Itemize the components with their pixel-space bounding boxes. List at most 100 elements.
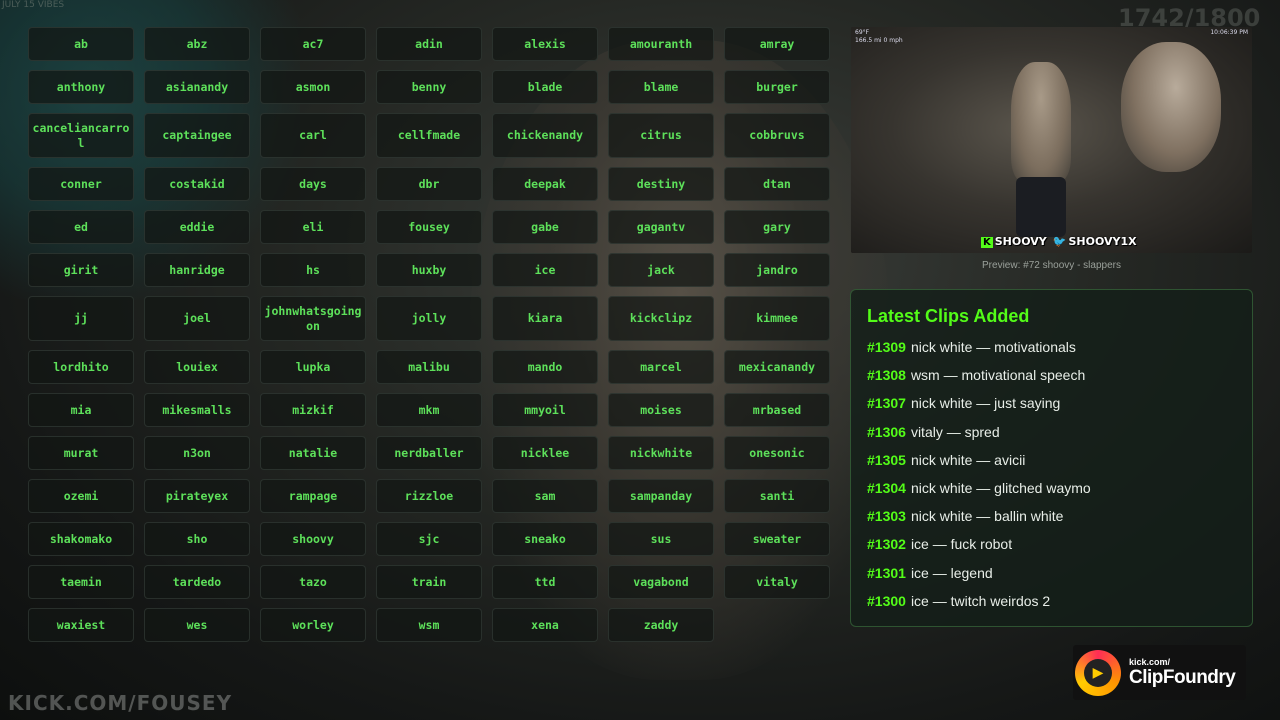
streamer-button[interactable]: mizkif [260,393,366,427]
streamer-button[interactable]: train [376,565,482,599]
streamer-button[interactable]: sam [492,479,598,513]
streamer-button[interactable]: days [260,167,366,201]
streamer-button[interactable]: asianandy [144,70,250,104]
streamer-button[interactable]: mmyoil [492,393,598,427]
streamer-button[interactable]: sus [608,522,714,556]
streamer-button[interactable]: gabe [492,210,598,244]
streamer-button[interactable]: sjc [376,522,482,556]
streamer-button[interactable]: jolly [376,296,482,341]
streamer-button[interactable]: sneako [492,522,598,556]
streamer-button[interactable]: zaddy [608,608,714,642]
streamer-button[interactable]: mando [492,350,598,384]
streamer-button[interactable]: nerdballer [376,436,482,470]
streamer-button[interactable]: marcel [608,350,714,384]
streamer-button[interactable]: wes [144,608,250,642]
streamer-button[interactable]: rampage [260,479,366,513]
streamer-button[interactable]: ttd [492,565,598,599]
streamer-button[interactable]: taemin [28,565,134,599]
streamer-button[interactable]: waxiest [28,608,134,642]
streamer-button[interactable]: tazo [260,565,366,599]
streamer-button[interactable]: vagabond [608,565,714,599]
streamer-button[interactable]: shoovy [260,522,366,556]
streamer-button[interactable]: carl [260,113,366,158]
streamer-button[interactable]: blade [492,70,598,104]
clip-item[interactable]: #1300 ice — twitch weirdos 2 [867,587,1236,615]
streamer-button[interactable]: destiny [608,167,714,201]
streamer-button[interactable]: benny [376,70,482,104]
streamer-button[interactable]: lupka [260,350,366,384]
clip-item[interactable]: #1309 nick white — motivationals [867,333,1236,361]
streamer-button[interactable]: hanridge [144,253,250,287]
streamer-button[interactable]: kimmee [724,296,830,341]
streamer-button[interactable]: burger [724,70,830,104]
streamer-button[interactable]: eddie [144,210,250,244]
streamer-button[interactable]: rizzloe [376,479,482,513]
streamer-button[interactable]: moises [608,393,714,427]
streamer-button[interactable]: amouranth [608,27,714,61]
streamer-button[interactable]: cellfmade [376,113,482,158]
streamer-button[interactable]: chickenandy [492,113,598,158]
streamer-button[interactable]: mexicanandy [724,350,830,384]
clip-item[interactable]: #1304 nick white — glitched waymo [867,474,1236,502]
streamer-button[interactable]: conner [28,167,134,201]
streamer-button[interactable]: ab [28,27,134,61]
streamer-button[interactable]: joel [144,296,250,341]
streamer-button[interactable]: mkm [376,393,482,427]
clip-item[interactable]: #1306 vitaly — spred [867,418,1236,446]
streamer-button[interactable]: hs [260,253,366,287]
streamer-button[interactable]: pirateyex [144,479,250,513]
streamer-button[interactable]: worley [260,608,366,642]
streamer-button[interactable]: tardedo [144,565,250,599]
streamer-button[interactable]: alexis [492,27,598,61]
streamer-button[interactable]: kickclipz [608,296,714,341]
streamer-button[interactable]: jj [28,296,134,341]
streamer-button[interactable]: deepak [492,167,598,201]
clip-item[interactable]: #1308 wsm — motivational speech [867,361,1236,389]
streamer-button[interactable]: murat [28,436,134,470]
clip-item[interactable]: #1305 nick white — avicii [867,446,1236,474]
streamer-button[interactable]: natalie [260,436,366,470]
streamer-button[interactable]: huxby [376,253,482,287]
streamer-button[interactable]: captaingee [144,113,250,158]
streamer-button[interactable]: fousey [376,210,482,244]
clip-item[interactable]: #1301 ice — legend [867,559,1236,587]
streamer-button[interactable]: ice [492,253,598,287]
streamer-button[interactable]: jandro [724,253,830,287]
streamer-button[interactable]: gagantv [608,210,714,244]
streamer-button[interactable]: onesonic [724,436,830,470]
streamer-button[interactable]: eli [260,210,366,244]
streamer-button[interactable]: lordhito [28,350,134,384]
streamer-button[interactable]: mikesmalls [144,393,250,427]
streamer-button[interactable]: anthony [28,70,134,104]
streamer-button[interactable]: n3on [144,436,250,470]
streamer-button[interactable]: dtan [724,167,830,201]
streamer-button[interactable]: mia [28,393,134,427]
streamer-button[interactable]: ac7 [260,27,366,61]
streamer-button[interactable]: girit [28,253,134,287]
streamer-button[interactable]: nickwhite [608,436,714,470]
streamer-button[interactable]: costakid [144,167,250,201]
clip-item[interactable]: #1307 nick white — just saying [867,389,1236,417]
streamer-button[interactable]: cobbruvs [724,113,830,158]
streamer-button[interactable]: asmon [260,70,366,104]
streamer-button[interactable]: sweater [724,522,830,556]
streamer-button[interactable]: wsm [376,608,482,642]
streamer-button[interactable]: santi [724,479,830,513]
streamer-button[interactable]: gary [724,210,830,244]
streamer-button[interactable]: louiex [144,350,250,384]
clip-item[interactable]: #1302 ice — fuck robot [867,530,1236,558]
streamer-button[interactable]: abz [144,27,250,61]
streamer-button[interactable]: sho [144,522,250,556]
streamer-button[interactable]: mrbased [724,393,830,427]
streamer-button[interactable]: kiara [492,296,598,341]
streamer-button[interactable]: vitaly [724,565,830,599]
clip-preview[interactable]: 69°F 166.5 mi 0 mph 10:06:39 PM K SHOOVY … [851,27,1252,253]
streamer-button[interactable]: xena [492,608,598,642]
streamer-button[interactable]: ozemi [28,479,134,513]
streamer-button[interactable]: jack [608,253,714,287]
streamer-button[interactable]: shakomako [28,522,134,556]
streamer-button[interactable]: blame [608,70,714,104]
clip-item[interactable]: #1303 nick white — ballin white [867,502,1236,530]
streamer-button[interactable]: amray [724,27,830,61]
streamer-button[interactable]: malibu [376,350,482,384]
